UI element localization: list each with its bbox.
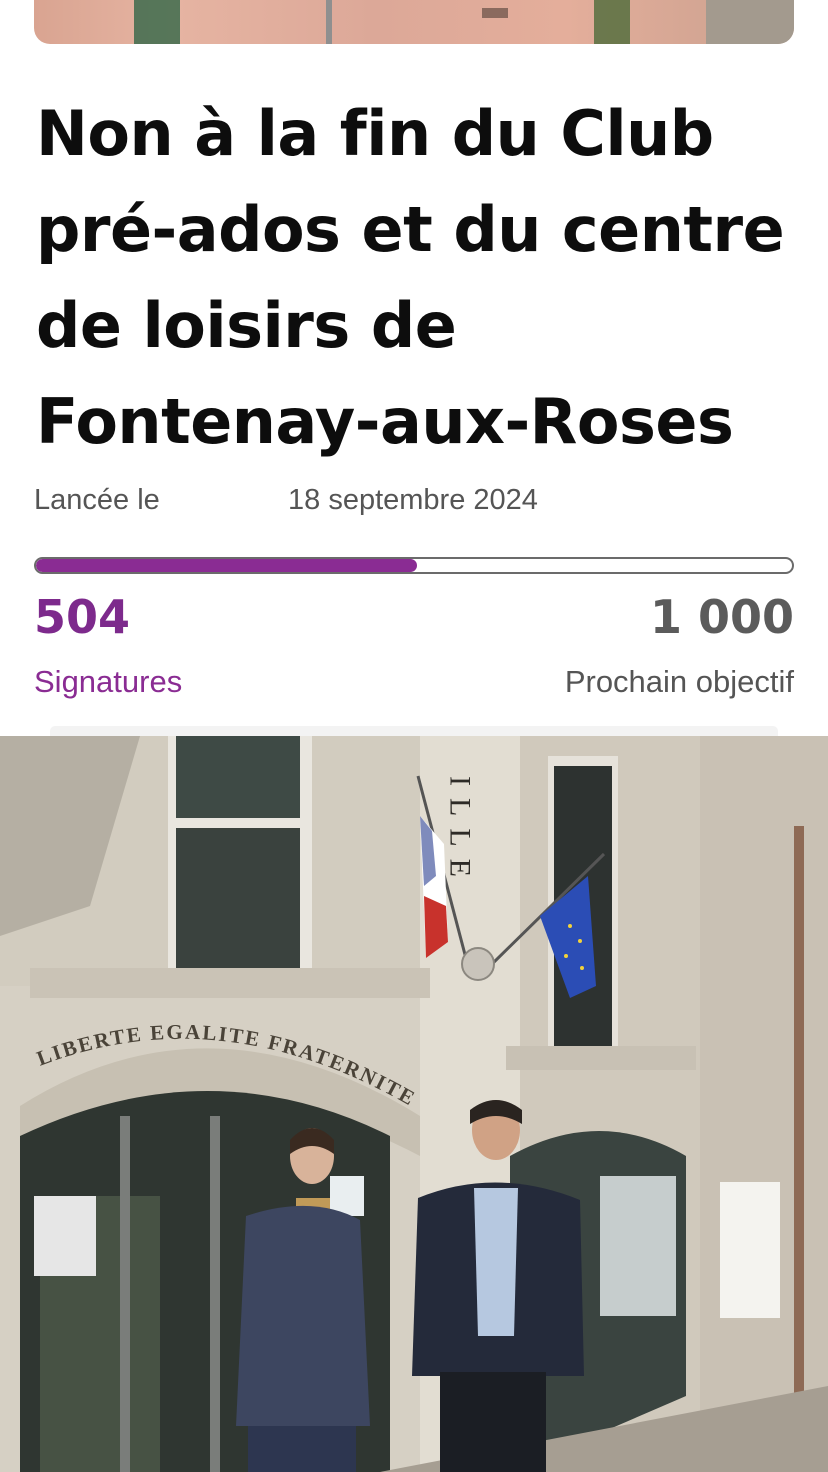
launch-info: Lancée le 18 septembre 2024 — [34, 484, 794, 520]
facade-vertical-text: ILLE — [444, 776, 477, 889]
goal-count: 1 000 — [649, 590, 794, 644]
header-image — [34, 0, 794, 44]
signature-progress-bar — [34, 557, 794, 574]
launch-date: 18 septembre 2024 — [288, 484, 538, 516]
town-hall-photo: ILLE LIBERTE EGALITE FRATERNITE — [0, 736, 828, 1472]
signatures-count: 504 — [34, 590, 131, 644]
signatures-label: Signatures — [34, 664, 183, 699]
section-divider — [50, 726, 778, 736]
goal-label: Prochain objectif — [564, 664, 794, 699]
petition-title: Non à la fin du Club pré-ados et du cent… — [36, 97, 785, 458]
launch-label: Lancée le — [34, 484, 160, 516]
signature-progress-fill — [36, 559, 418, 572]
